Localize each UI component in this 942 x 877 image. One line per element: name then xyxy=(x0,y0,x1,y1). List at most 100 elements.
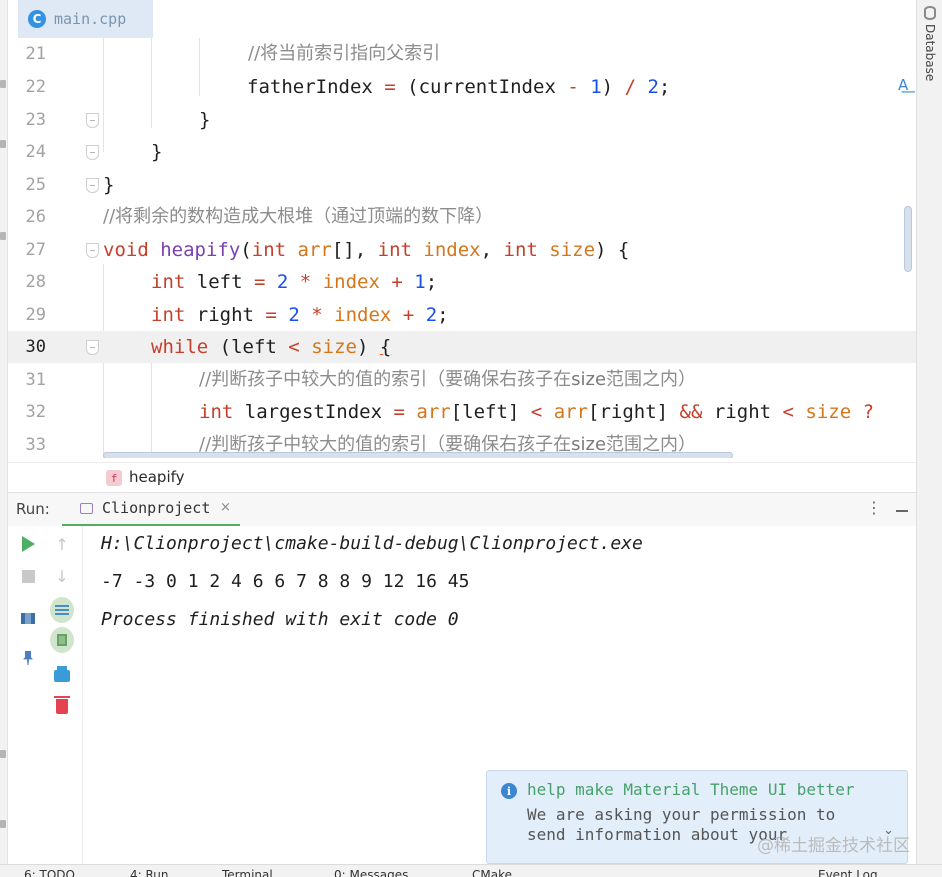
code-line-current: 30 while (left < size) { xyxy=(8,331,916,363)
tool-event-log[interactable]: Event Log xyxy=(818,868,878,877)
line-number: 31 xyxy=(25,370,46,390)
print-icon xyxy=(54,666,70,682)
toast-title: help make Material Theme UI better xyxy=(527,780,855,799)
rerun-button[interactable] xyxy=(16,532,40,556)
run-panel-header: Run: Clionproject × ⋮ xyxy=(8,492,916,527)
function-icon: f xyxy=(106,470,122,486)
code-line: 32 int largestIndex = arr[left] < arr[ri… xyxy=(8,396,916,428)
arrow-down-icon: ↓ xyxy=(55,566,69,586)
console-exit-message: Process finished with exit code 0 xyxy=(101,609,459,630)
line-number: 29 xyxy=(25,305,46,325)
pin-icon xyxy=(23,651,33,665)
stop-button[interactable] xyxy=(16,564,40,588)
left-tool-strip xyxy=(0,0,8,877)
scroll-down-button[interactable]: ↓ xyxy=(50,564,74,588)
fold-marker-icon[interactable] xyxy=(86,178,99,193)
fold-marker-icon[interactable] xyxy=(86,340,99,355)
left-strip-mark[interactable] xyxy=(0,750,6,758)
run-tab-name: Clionproject xyxy=(102,499,211,517)
code-comment: //判断孩子中较大的值的索引（要确保右孩子在size范围之内） xyxy=(199,369,697,390)
pin-tab-button[interactable] xyxy=(16,646,40,670)
database-icon[interactable] xyxy=(924,6,936,20)
code-line: 29 int right = 2 * index + 2; xyxy=(8,299,916,331)
line-number: 26 xyxy=(25,207,46,227)
fold-marker-icon[interactable] xyxy=(86,113,99,128)
breadcrumb: f heapify xyxy=(8,462,916,492)
watermark: @稀土掘金技术社区 xyxy=(757,836,910,856)
line-number: 23 xyxy=(25,110,46,130)
line-number: 22 xyxy=(25,77,46,97)
soft-wrap-button[interactable] xyxy=(50,597,74,623)
code-line: 28 int left = 2 * index + 1; xyxy=(8,266,916,298)
scroll-up-button[interactable]: ↑ xyxy=(50,532,74,556)
play-icon xyxy=(21,536,35,552)
info-icon: i xyxy=(501,783,517,799)
tab-filename: main.cpp xyxy=(54,10,127,28)
line-number: 21 xyxy=(25,44,46,64)
left-strip-mark[interactable] xyxy=(0,140,6,148)
code-line: 25 } xyxy=(8,169,916,201)
line-number: 27 xyxy=(25,240,46,260)
left-strip-mark[interactable] xyxy=(0,80,6,88)
right-tool-strip: Database xyxy=(916,0,942,877)
line-number: 25 xyxy=(25,175,46,195)
code-text: } xyxy=(103,174,115,196)
code-text: while (left < size) { xyxy=(151,336,392,358)
fold-marker-icon[interactable] xyxy=(86,243,99,258)
trash-icon xyxy=(54,695,70,714)
line-number: 30 xyxy=(25,337,46,357)
cpp-file-icon: C xyxy=(28,10,46,28)
stop-icon xyxy=(21,569,35,583)
left-strip-mark[interactable] xyxy=(0,232,6,240)
code-line: 23 } xyxy=(8,104,916,136)
vertical-scrollbar[interactable] xyxy=(904,206,912,272)
code-line: 27 void heapify(int arr[], int index, in… xyxy=(8,234,916,266)
clear-all-button[interactable] xyxy=(50,694,74,718)
code-line: 22 fatherIndex = (currentIndex - 1) / 2; xyxy=(8,71,916,103)
close-icon[interactable]: × xyxy=(220,500,231,515)
left-strip-mark[interactable] xyxy=(0,820,6,828)
print-button[interactable] xyxy=(50,664,74,688)
database-tool-label[interactable]: Database xyxy=(923,24,937,81)
code-text: int left = 2 * index + 1; xyxy=(151,271,438,293)
code-comment: //将剩余的数构造成大根堆（通过顶端的数下降） xyxy=(103,206,494,227)
editor-tab-bar: C main.cpp xyxy=(8,0,916,38)
layout-icon xyxy=(21,612,35,624)
run-toolbar: ↑ ↓ xyxy=(8,526,82,864)
code-line: 31 //判断孩子中较大的值的索引（要确保右孩子在size范围之内） xyxy=(8,364,916,396)
code-editor[interactable]: 21 //将当前索引指向父索引 22 fatherIndex = (curren… xyxy=(8,38,916,458)
layout-button[interactable] xyxy=(16,606,40,630)
scroll-to-end-icon xyxy=(57,634,67,646)
line-number: 32 xyxy=(25,402,46,422)
fold-marker-icon[interactable] xyxy=(86,145,99,160)
tool-run[interactable]: 4: Run xyxy=(130,868,169,877)
tool-todo[interactable]: 6: TODO xyxy=(24,868,75,877)
soft-wrap-icon xyxy=(55,605,69,615)
code-comment: //将当前索引指向父索引 xyxy=(248,43,441,64)
console-output: -7 -3 0 1 2 4 6 6 7 8 8 9 12 16 45 xyxy=(101,571,470,592)
breadcrumb-function[interactable]: heapify xyxy=(129,468,185,486)
line-number: 28 xyxy=(25,272,46,292)
code-text: } xyxy=(199,109,211,131)
minimize-icon[interactable] xyxy=(896,510,908,512)
line-number: 24 xyxy=(25,142,46,162)
code-text: } xyxy=(151,141,163,163)
translate-icon[interactable]: A͟ xyxy=(898,76,908,94)
code-line: 26 //将剩余的数构造成大根堆（通过顶端的数下降） xyxy=(8,201,916,233)
more-options-icon[interactable]: ⋮ xyxy=(866,498,882,517)
line-number: 33 xyxy=(25,435,46,455)
horizontal-scrollbar[interactable] xyxy=(103,452,733,458)
window-icon xyxy=(80,503,93,514)
tool-cmake[interactable]: CMake xyxy=(472,868,512,877)
tool-terminal[interactable]: Terminal xyxy=(222,868,273,877)
code-line: 24 } xyxy=(8,136,916,168)
bottom-tool-bar: 6: TODO 4: Run Terminal 0: Messages CMak… xyxy=(0,864,942,877)
tab-clionproject[interactable]: Clionproject × xyxy=(62,493,240,527)
tool-messages[interactable]: 0: Messages xyxy=(334,868,408,877)
arrow-up-icon: ↑ xyxy=(55,534,69,554)
code-text: int largestIndex = arr[left] < arr[right… xyxy=(199,401,875,423)
scroll-to-end-button[interactable] xyxy=(50,627,74,653)
code-text: int right = 2 * index + 2; xyxy=(151,304,449,326)
code-line: 21 //将当前索引指向父索引 xyxy=(8,38,916,70)
tab-main-cpp[interactable]: C main.cpp xyxy=(18,0,153,38)
